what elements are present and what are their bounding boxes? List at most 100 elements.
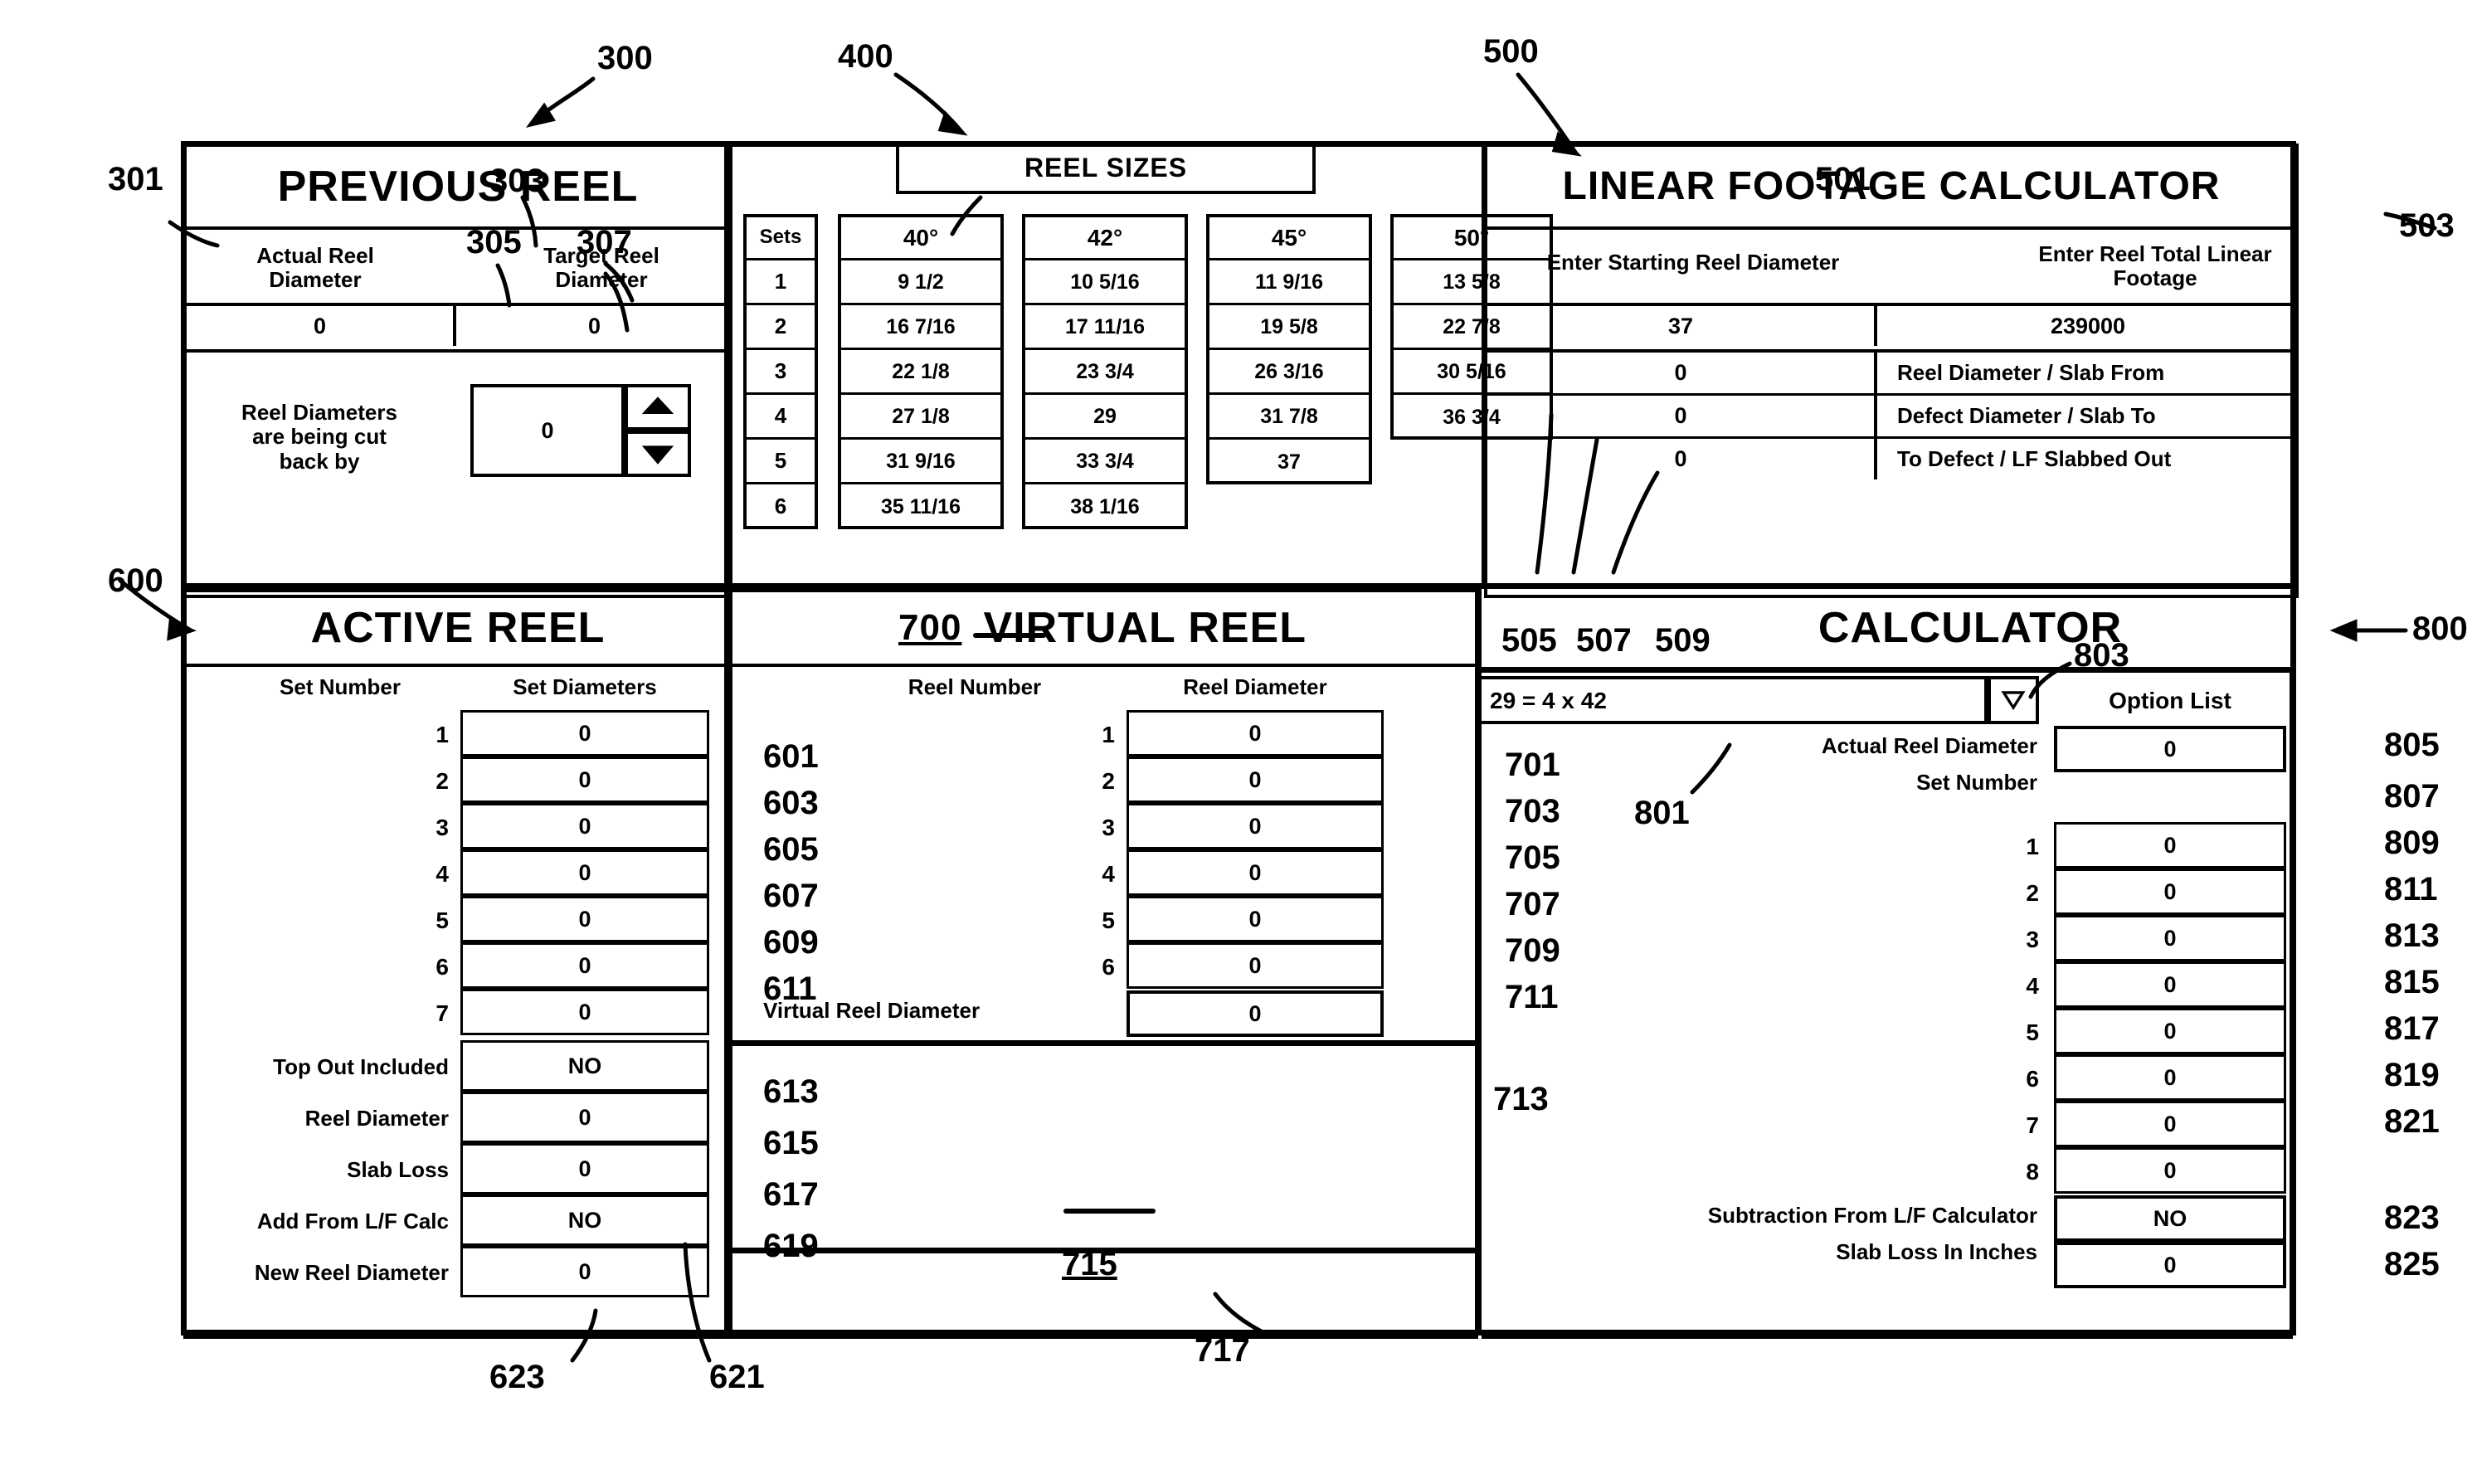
reel-total-linear-footage-value[interactable]: 239000 xyxy=(1881,306,2295,346)
enter-reel-total-linear-footage-label: Enter Reel Total Linear Footage xyxy=(2038,241,2272,290)
cutback-label: Reel Diameters are being cut back by xyxy=(241,400,397,474)
set-row-label: 4 xyxy=(747,395,815,440)
previous-reel-value-row: 0 0 xyxy=(183,306,732,353)
virtual-reel-diameter-field[interactable]: 0 xyxy=(1127,803,1384,849)
reel-size-cell: 23 3/4 xyxy=(1025,350,1185,395)
ref-617: 617 xyxy=(763,1176,819,1213)
calculator-set-value-field[interactable]: 0 xyxy=(2054,1008,2286,1054)
set-diameter-field[interactable]: 0 xyxy=(460,757,709,803)
target-reel-diameter-value[interactable]: 0 xyxy=(460,306,729,346)
reel-size-cell: 37 xyxy=(1277,450,1301,474)
summary-value-field[interactable]: 0 xyxy=(460,1092,709,1143)
calculator-set-row-number: 7 xyxy=(2026,1112,2039,1138)
summary-value-field[interactable]: 0 xyxy=(460,1143,709,1194)
ref-613: 613 xyxy=(763,1073,819,1110)
summary-label: Add From L/F Calc xyxy=(256,1209,449,1233)
ref-811: 811 xyxy=(2384,871,2438,907)
summary-value-field[interactable]: NO xyxy=(460,1194,709,1246)
actual-reel-diameter-value[interactable]: 0 xyxy=(187,306,456,346)
set-diameter-field[interactable]: 0 xyxy=(460,896,709,942)
reel-size-cell: 26 3/16 xyxy=(1209,350,1369,395)
lfc-row-value[interactable]: 0 xyxy=(1487,396,1877,436)
set-diameter-field[interactable]: 0 xyxy=(460,710,709,757)
reel-sizes-title-box: REEL SIZES xyxy=(896,143,1316,194)
virtual-reel-diameter-value[interactable]: 0 xyxy=(1127,990,1384,1037)
subtraction-from-lf-calculator-value[interactable]: NO xyxy=(2054,1195,2286,1242)
reel-size-cell: 31 9/16 xyxy=(841,440,1000,484)
ref-805: 805 xyxy=(2384,727,2440,763)
calculator-set-value-field[interactable]: 0 xyxy=(2054,822,2286,869)
set-row-label: 5 xyxy=(747,440,815,484)
ref-803: 803 xyxy=(2074,637,2129,674)
starting-reel-diameter-value[interactable]: 37 xyxy=(1487,306,1877,346)
ref-825: 825 xyxy=(2384,1246,2440,1282)
calculator-body: 29 = 4 x 42 Option List Actual Reel Diam… xyxy=(1482,667,2293,1339)
set-row-number: 6 xyxy=(436,954,449,980)
enter-starting-reel-diameter-label: Enter Starting Reel Diameter xyxy=(1546,250,1840,275)
lfc-value-row: 37 239000 xyxy=(1484,306,2299,353)
calculator-set-value-field[interactable]: 0 xyxy=(2054,869,2286,915)
virtual-reel-diameter-field[interactable]: 0 xyxy=(1127,849,1384,896)
calculator-set-value-field[interactable]: 0 xyxy=(2054,961,2286,1008)
reel-size-cell: 27 1/8 xyxy=(841,395,1000,440)
lfc-row: 0 Defect Diameter / Slab To xyxy=(1487,396,2295,439)
set-row-label: 6 xyxy=(774,494,787,519)
virtual-reel-diameter-field[interactable]: 0 xyxy=(1127,942,1384,989)
calculator-set-value-field[interactable]: 0 xyxy=(2054,1147,2286,1194)
virtual-reel-diameter-field[interactable]: 0 xyxy=(1127,710,1384,757)
ref-817: 817 xyxy=(2384,1010,2440,1047)
reel-config-dropdown-button[interactable] xyxy=(1988,676,2039,724)
reel-diameter-header: Reel Diameter xyxy=(1183,674,1327,699)
reel-size-cell: 10 5/16 xyxy=(1025,260,1185,305)
calculator-set-value-field[interactable]: 0 xyxy=(2054,1054,2286,1101)
calculator-set-value-field[interactable]: 0 xyxy=(2054,1101,2286,1147)
virtual-reel-diameter-field[interactable]: 0 xyxy=(1127,896,1384,942)
active-reel-set-numbers: 1 2 3 4 5 6 7 xyxy=(411,710,455,1037)
reel-config-dropdown[interactable]: 29 = 4 x 42 xyxy=(1482,676,1988,724)
virtual-reel-row-number: 5 xyxy=(1102,907,1115,933)
calculator-set-row-number: 6 xyxy=(2026,1066,2039,1092)
lfc-row-value[interactable]: 0 xyxy=(1487,353,1877,393)
set-row-number: 2 xyxy=(436,768,449,794)
slab-loss-in-inches-value[interactable]: 0 xyxy=(2054,1242,2286,1288)
lfc-row: 0 Reel Diameter / Slab From xyxy=(1487,353,2295,396)
cutback-spinner-down-button[interactable] xyxy=(625,431,691,477)
reel-size-cell: 33 3/4 xyxy=(1025,440,1185,484)
ref-701: 701 xyxy=(1505,747,1560,783)
ref-823: 823 xyxy=(2384,1199,2440,1236)
reel-config-dropdown-value: 29 = 4 x 42 xyxy=(1490,688,1607,713)
summary-label: New Reel Diameter xyxy=(254,1260,449,1285)
cutback-value-field[interactable]: 0 xyxy=(470,384,625,477)
virtual-reel-row-number: 2 xyxy=(1102,768,1115,794)
set-diameter-field[interactable]: 0 xyxy=(460,849,709,896)
calculator-actual-reel-diameter-value[interactable]: 0 xyxy=(2054,726,2286,772)
cutback-spinner-up-button[interactable] xyxy=(625,384,691,431)
set-diameter-field[interactable]: 0 xyxy=(460,989,709,1035)
ref-707: 707 xyxy=(1505,886,1560,922)
set-diameter-field[interactable]: 0 xyxy=(460,803,709,849)
active-reel-panel: ACTIVE REEL Set Number Set Diameters 000… xyxy=(181,589,732,1339)
calculator-option-row-numbers: 1 2 3 4 5 6 7 8 xyxy=(2004,822,2046,1195)
calculator-set-value-field[interactable]: 0 xyxy=(2054,915,2286,961)
reel-size-cell: 19 5/8 xyxy=(1209,305,1369,350)
active-reel-summary-rows: NO 0 0 NO 0 xyxy=(460,1040,709,1297)
chevron-down-icon xyxy=(2001,691,2026,711)
previous-reel-title: PREVIOUS REEL xyxy=(277,163,639,211)
active-reel-body: Set Number Set Diameters 0000000 1234567… xyxy=(183,667,732,1339)
virtual-reel-row-numbers: 1 2 3 4 5 6 xyxy=(1077,710,1122,990)
lfc-row-value[interactable]: 0 xyxy=(1487,439,1877,479)
set-row-number: 1 xyxy=(436,722,449,747)
previous-reel-cutback-row: Reel Diameters are being cut back by 0 xyxy=(183,353,732,598)
reel-size-cell: 35 11/16 xyxy=(881,495,961,518)
active-reel-set-rows: 0000000 xyxy=(460,710,709,1037)
ref-600: 600 xyxy=(108,562,163,599)
summary-value-field[interactable]: NO xyxy=(460,1040,709,1092)
ref-607: 607 xyxy=(763,878,819,914)
summary-value-field[interactable]: 0 xyxy=(460,1246,709,1297)
calculator-set-number-label: Set Number xyxy=(1916,770,2037,795)
ref-621: 621 xyxy=(709,1359,765,1395)
reel-sizes-col-42: 42° 10 5/16 17 11/16 23 3/4 29 33 3/4 38 1/16 xyxy=(1022,214,1188,529)
virtual-reel-diameter-field[interactable]: 0 xyxy=(1127,757,1384,803)
ref-605: 605 xyxy=(763,831,819,868)
set-diameter-field[interactable]: 0 xyxy=(460,942,709,989)
